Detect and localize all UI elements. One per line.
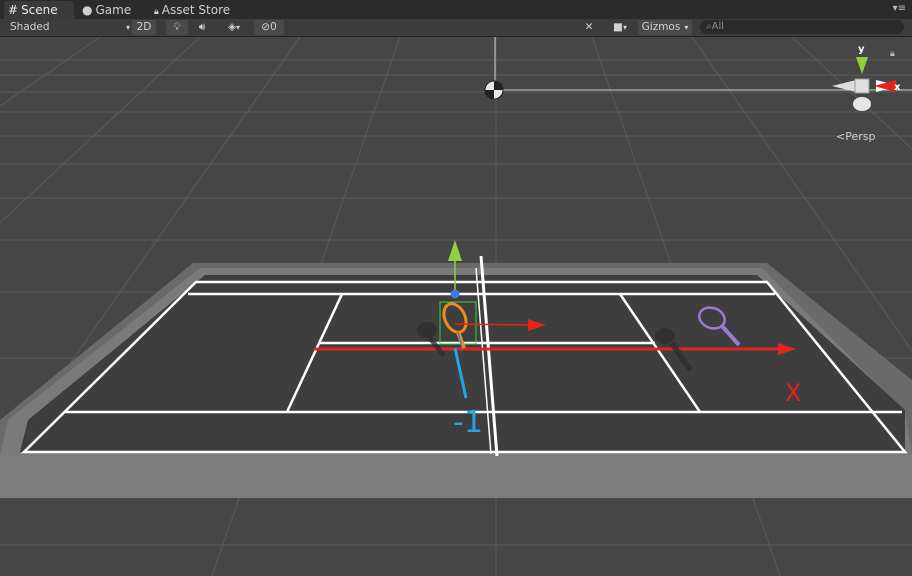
chevron-down-icon: ▾	[684, 23, 689, 32]
game-icon: ●	[82, 3, 93, 17]
perspective-toggle[interactable]: <Persp	[836, 130, 875, 143]
effects-icon: ◈	[227, 21, 237, 33]
effects-dropdown[interactable]: ◈▾	[218, 20, 250, 35]
scene-viewport[interactable]: y x X -1 <Persp 🔒︎	[0, 37, 912, 576]
camera-dropdown[interactable]: ■▾	[606, 20, 634, 35]
tab-asset-store[interactable]: 🔒︎ Asset Store	[154, 1, 244, 19]
2d-mode-button[interactable]: 2D	[132, 20, 156, 35]
chevron-down-icon: ▾	[125, 23, 130, 32]
search-input[interactable]: ⌕All	[700, 20, 904, 34]
tab-menu-icon[interactable]: ▾≡	[893, 3, 906, 14]
hidden-objects-toggle[interactable]: ⊘0	[254, 20, 284, 35]
gizmo-x-label: x	[894, 82, 901, 93]
tools-icon[interactable]: ✕	[580, 20, 598, 35]
chevron-down-icon: ▾	[622, 23, 627, 32]
audio-toggle-button[interactable]: 🔊︎	[192, 20, 212, 35]
scene-canvas: y x X -1	[0, 37, 912, 576]
scene-toolbar: Shaded ▾ 2D 💡︎ 🔊︎ ◈▾ ⊘0 ✕ ■▾ Gizmos ▾ ⌕Al…	[0, 19, 912, 37]
x-axis-label: X	[785, 379, 801, 407]
perspective-icon: <	[836, 130, 846, 143]
camera-icon: ■	[613, 21, 623, 33]
shading-mode-dropdown[interactable]: Shaded ▾	[4, 20, 130, 35]
orientation-lock-icon[interactable]: 🔒︎	[890, 49, 895, 59]
speaker-icon: 🔊︎	[198, 21, 206, 33]
lighting-toggle-button[interactable]: 💡︎	[166, 20, 188, 35]
tab-game[interactable]: ● Game	[82, 1, 142, 19]
eye-slash-icon: ⊘	[261, 21, 271, 33]
chevron-down-icon: ▾	[236, 23, 241, 32]
scene-grid-icon: #	[8, 3, 19, 17]
minus-one-label: -1	[453, 405, 483, 440]
tab-scene[interactable]: # Scene	[4, 1, 74, 19]
tab-bar: # Scene ● Game 🔒︎ Asset Store ▾≡	[0, 0, 912, 19]
lightbulb-icon: 💡︎	[173, 21, 181, 33]
gizmos-dropdown[interactable]: Gizmos ▾	[638, 20, 692, 35]
gizmo-y-label: y	[858, 44, 865, 55]
